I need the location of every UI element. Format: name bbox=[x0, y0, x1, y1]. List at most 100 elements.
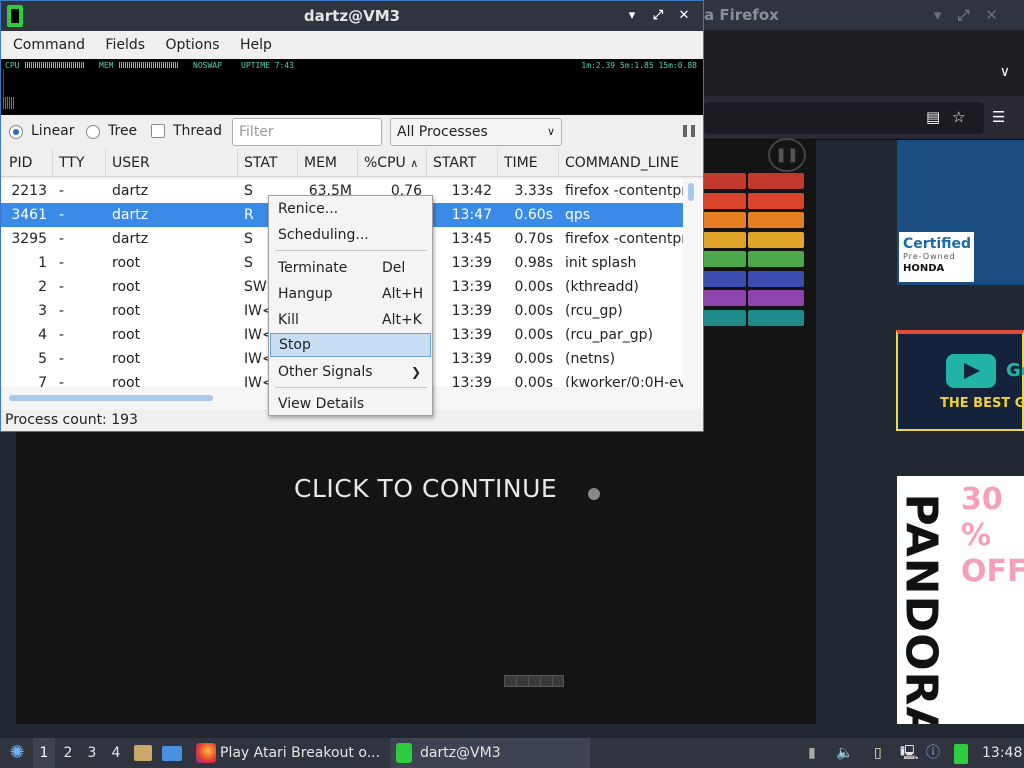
cpu-history-sparkline bbox=[3, 97, 15, 109]
tray-clipboard-icon[interactable]: ▯ bbox=[874, 738, 892, 768]
menu-item-view-details[interactable]: View Details bbox=[270, 392, 431, 416]
list-tabs-chevron-icon[interactable]: ∨ bbox=[1000, 64, 1010, 80]
task-qps[interactable]: dartz@VM3 bbox=[390, 738, 590, 768]
cell-pid: 1 bbox=[38, 255, 47, 271]
workspace-4[interactable]: 4 bbox=[105, 738, 127, 768]
cell-pid: 4 bbox=[38, 327, 47, 343]
column-header-command-line[interactable]: COMMAND_LINE bbox=[559, 149, 683, 177]
cell-user: root bbox=[112, 255, 141, 271]
cell-tty: - bbox=[59, 351, 65, 367]
tray-qps-icon[interactable] bbox=[952, 738, 970, 768]
task-label: Play Atari Breakout o... bbox=[220, 745, 381, 761]
menu-item-hangup[interactable]: Hangup Alt+H bbox=[270, 282, 431, 306]
column-header-tty[interactable]: TTY bbox=[53, 149, 106, 177]
firefox-title: a Firefox bbox=[704, 6, 779, 24]
desktop: a Firefox ▾⤢✕ ∨ ▤ ☆ ☰ ❚❚ CLICK TO CONTIN… bbox=[0, 0, 1024, 768]
pause-updates-icon[interactable] bbox=[683, 125, 695, 137]
tree-radio[interactable] bbox=[86, 125, 100, 139]
menu-item-stop[interactable]: Stop bbox=[270, 333, 431, 357]
firefox-titlebar[interactable]: a Firefox ▾⤢✕ bbox=[700, 0, 1024, 30]
cell-time: 0.98s bbox=[514, 255, 553, 271]
menu-fields[interactable]: Fields bbox=[97, 31, 153, 59]
cell-cmd: init splash bbox=[565, 255, 637, 271]
cell-time: 0.00s bbox=[514, 303, 553, 319]
clock[interactable]: 13:48 bbox=[982, 738, 1022, 768]
cpu-history-line bbox=[3, 69, 23, 97]
thread-label[interactable]: Thread bbox=[173, 123, 222, 139]
workspace-3[interactable]: 3 bbox=[81, 738, 103, 768]
cell-time: 0.00s bbox=[514, 279, 553, 295]
workspace-2[interactable]: 2 bbox=[57, 738, 79, 768]
honda-ad[interactable]: Certified Pre-Owned HONDA bbox=[897, 140, 1024, 285]
horizontal-scroll-thumb[interactable] bbox=[9, 395, 213, 401]
cell-start: 13:39 bbox=[451, 327, 492, 343]
cell-pid: 7 bbox=[38, 375, 47, 387]
bookmark-star-icon[interactable]: ☆ bbox=[952, 108, 965, 126]
cell-pid: 3461 bbox=[11, 207, 47, 223]
column-header-start[interactable]: START bbox=[427, 149, 498, 177]
ad-best-text: THE BEST GA bbox=[940, 396, 1024, 411]
linear-label[interactable]: Linear bbox=[31, 123, 75, 139]
start-menu-icon[interactable]: ✺ bbox=[4, 738, 30, 768]
ad-pandora-text: PANDORA bbox=[897, 493, 947, 725]
cell-tty: - bbox=[59, 231, 65, 247]
task-firefox[interactable]: Play Atari Breakout o... bbox=[190, 738, 388, 768]
menu-help[interactable]: Help bbox=[232, 31, 280, 59]
menu-item-scheduling[interactable]: Scheduling... bbox=[270, 223, 431, 247]
tray-battery-icon[interactable]: ▮ bbox=[808, 738, 826, 768]
maximize-icon[interactable]: ⤢ bbox=[647, 1, 669, 31]
tree-label[interactable]: Tree bbox=[108, 123, 137, 139]
minimize-icon[interactable]: ▾ bbox=[621, 1, 643, 31]
menu-options[interactable]: Options bbox=[157, 31, 227, 59]
firefox-icon bbox=[196, 743, 216, 763]
tray-volume-icon[interactable]: 🔈 bbox=[836, 738, 854, 768]
workspace-1[interactable]: 1 bbox=[33, 738, 55, 768]
menu-item-renice[interactable]: Renice... bbox=[270, 197, 431, 221]
menu-command[interactable]: Command bbox=[5, 31, 93, 59]
game-pause-icon[interactable]: ❚❚ bbox=[768, 138, 806, 172]
column-header-stat[interactable]: STAT bbox=[238, 149, 298, 177]
pandora-ad[interactable]: PANDORA 30 % OFF bbox=[897, 476, 1024, 724]
column-header-time[interactable]: TIME bbox=[498, 149, 559, 177]
linear-radio[interactable] bbox=[9, 125, 23, 139]
reader-view-icon[interactable]: ▤ bbox=[926, 108, 940, 126]
ad-preowned-text: Pre-Owned bbox=[903, 252, 956, 261]
vertical-scrollbar[interactable] bbox=[683, 179, 703, 387]
menu-item-terminate[interactable]: Terminate Del bbox=[270, 256, 431, 280]
brick bbox=[748, 290, 804, 306]
cell-start: 13:39 bbox=[451, 279, 492, 295]
tray-updates-icon[interactable]: ⓘ bbox=[926, 738, 942, 768]
thread-checkbox[interactable] bbox=[151, 124, 165, 138]
menu-item-label: View Details bbox=[278, 396, 365, 412]
click-to-continue-text[interactable]: CLICK TO CONTINUE bbox=[294, 474, 557, 503]
column-header-user[interactable]: USER bbox=[106, 149, 238, 177]
show-desktop-icon[interactable] bbox=[162, 738, 182, 768]
cell-user: root bbox=[112, 375, 141, 387]
cpu-header-label: %CPU bbox=[364, 155, 406, 171]
menu-item-kill[interactable]: Kill Alt+K bbox=[270, 308, 431, 332]
column-header-mem[interactable]: MEM bbox=[298, 149, 358, 177]
qps-titlebar[interactable]: dartz@VM3 ▾ ⤢ ✕ bbox=[1, 1, 703, 31]
filter-input[interactable] bbox=[232, 118, 382, 146]
menu-hamburger-icon[interactable]: ☰ bbox=[992, 108, 1005, 126]
url-bar[interactable] bbox=[704, 102, 984, 134]
file-manager-icon[interactable] bbox=[134, 738, 154, 768]
cell-cmd: firefox -contentpr bbox=[565, 183, 683, 199]
cpu-bar bbox=[25, 62, 85, 68]
monitor-load-label: 1m:2.39 5m:1.85 15m:0.88 bbox=[581, 61, 697, 70]
cell-user: root bbox=[112, 303, 141, 319]
menu-item-other-signals[interactable]: Other Signals ❯ bbox=[270, 360, 431, 384]
process-filter-select[interactable]: All Processes ∨ bbox=[390, 118, 562, 146]
menubar: Command Fields Options Help bbox=[1, 31, 703, 59]
tray-network-icon[interactable]: 🖳 bbox=[900, 738, 920, 768]
chevron-right-icon: ❯ bbox=[410, 365, 421, 379]
column-header-cpu[interactable]: %CPU ∧ bbox=[358, 149, 427, 177]
firefox-window-buttons[interactable]: ▾⤢✕ bbox=[934, 0, 1014, 30]
process-table-header: PID TTY USER STAT MEM %CPU ∧ START TIME … bbox=[1, 149, 703, 177]
menu-item-label: Renice... bbox=[278, 201, 339, 217]
video-ad[interactable]: Go THE BEST GA bbox=[896, 330, 1024, 431]
cell-start: 13:39 bbox=[451, 375, 492, 387]
vertical-scroll-thumb[interactable] bbox=[688, 183, 694, 201]
close-icon[interactable]: ✕ bbox=[673, 1, 695, 31]
column-header-pid[interactable]: PID bbox=[3, 149, 53, 177]
